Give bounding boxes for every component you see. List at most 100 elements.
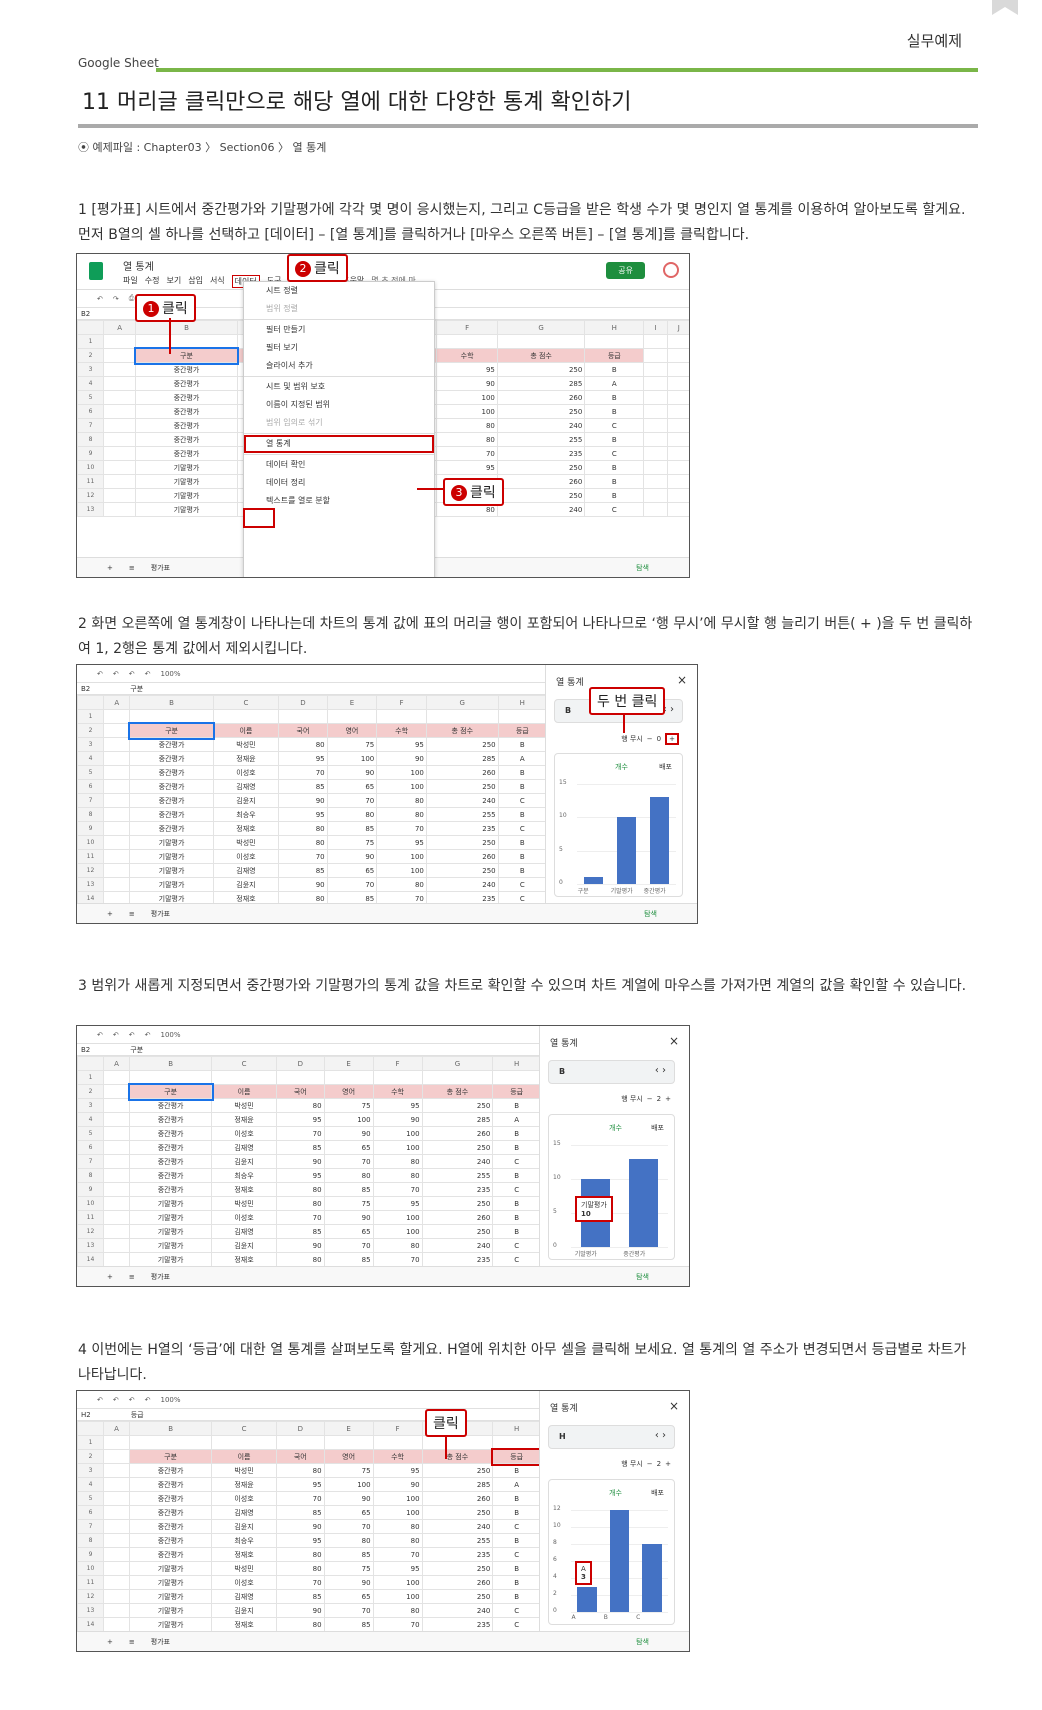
cell[interactable] [275, 1070, 325, 1085]
cell[interactable]: 80 [323, 1168, 374, 1183]
cell[interactable]: B [492, 1196, 541, 1211]
cell[interactable]: 80 [275, 1098, 325, 1113]
cell[interactable]: 중간평가 [129, 1533, 213, 1548]
cell[interactable]: C [492, 1252, 541, 1266]
cell[interactable]: 80 [372, 1603, 423, 1618]
cell[interactable]: 기말평가 [129, 891, 214, 903]
paint-format-icon[interactable]: ↶ [145, 670, 151, 678]
header-cell[interactable]: 등급 [497, 723, 547, 738]
cell[interactable] [102, 1617, 131, 1631]
sheet-list-icon[interactable]: ≡ [129, 1638, 135, 1646]
cell[interactable] [666, 404, 689, 419]
cell[interactable]: 80 [372, 1154, 423, 1169]
row-number[interactable]: 9 [77, 1182, 104, 1197]
column-header[interactable]: G [496, 320, 586, 335]
cell[interactable] [643, 376, 668, 391]
header-cell[interactable]: 이름 [212, 723, 280, 738]
cell[interactable] [643, 334, 668, 349]
cell[interactable]: B [584, 404, 645, 419]
cell[interactable]: 90 [326, 849, 378, 864]
cell[interactable] [102, 1575, 131, 1590]
cell[interactable]: 90 [323, 1575, 374, 1590]
cell[interactable]: 80 [376, 807, 427, 822]
cell[interactable] [102, 1168, 131, 1183]
cell[interactable] [102, 362, 137, 377]
cell[interactable]: 85 [326, 891, 378, 903]
explore-button[interactable]: 탐색 [636, 1637, 649, 1647]
header-cell[interactable]: 영어 [323, 1449, 374, 1464]
cell[interactable]: A [584, 376, 645, 391]
row-number[interactable]: 13 [77, 502, 104, 517]
header-cell[interactable]: 총 점수 [421, 1084, 494, 1099]
row-number[interactable]: 7 [77, 1154, 104, 1169]
cell[interactable] [102, 877, 131, 892]
redo-icon[interactable]: ↷ [113, 295, 119, 303]
menu-item-9[interactable]: 데이터 확인 [244, 456, 434, 474]
menu-item-4[interactable]: 슬라이서 추가 [244, 357, 434, 375]
cell[interactable]: 95 [278, 807, 328, 822]
cell[interactable]: 기말평가 [135, 502, 238, 517]
cell[interactable] [666, 446, 689, 461]
column-header[interactable]: J [666, 320, 689, 335]
cell[interactable] [643, 362, 668, 377]
cell[interactable]: B [492, 1463, 541, 1478]
cell[interactable]: 80 [376, 877, 427, 892]
cell[interactable]: 255 [425, 807, 499, 822]
cell[interactable]: 기말평가 [129, 1238, 213, 1253]
cell[interactable]: 중간평가 [129, 1098, 213, 1113]
cell[interactable] [102, 1449, 131, 1464]
header-cell[interactable]: 이름 [211, 1084, 277, 1099]
cell[interactable]: 박성민 [211, 1561, 277, 1576]
cell[interactable]: 100 [372, 1126, 423, 1141]
cell[interactable]: 95 [278, 751, 328, 766]
cell[interactable] [102, 1561, 131, 1576]
cell[interactable]: 중간평가 [129, 1505, 213, 1520]
row-number[interactable]: 10 [77, 1196, 104, 1211]
count-tab[interactable]: 개수 [609, 1123, 622, 1133]
cell[interactable]: 65 [323, 1140, 374, 1155]
row-number[interactable]: 6 [77, 779, 104, 794]
cell[interactable]: 80 [323, 1533, 374, 1548]
distribution-tab[interactable]: 배포 [651, 1123, 664, 1133]
cell[interactable]: 250 [425, 737, 499, 752]
cell[interactable]: 70 [436, 446, 498, 461]
cell[interactable]: 70 [376, 821, 427, 836]
cell[interactable]: B [492, 1533, 541, 1548]
sheet-list-icon[interactable]: ≡ [129, 910, 135, 918]
cell[interactable] [666, 362, 689, 377]
cell[interactable]: 80 [275, 1463, 325, 1478]
sheet-tab[interactable]: 평가표 [151, 909, 170, 919]
header-cell[interactable]: 수학 [372, 1084, 423, 1099]
header-cell[interactable]: 등급 [492, 1084, 541, 1099]
cell[interactable]: 250 [496, 404, 586, 419]
cell[interactable]: 박성민 [211, 1196, 277, 1211]
cell[interactable]: B [492, 1140, 541, 1155]
cell[interactable]: 정재호 [211, 1252, 277, 1266]
cell[interactable] [102, 1603, 131, 1618]
cell[interactable] [102, 1477, 131, 1492]
cell[interactable]: 최승우 [212, 807, 280, 822]
cell[interactable]: 100 [323, 1477, 374, 1492]
cell[interactable] [643, 460, 668, 475]
row-number[interactable]: 1 [77, 1070, 104, 1085]
cell[interactable]: B [497, 849, 547, 864]
print-icon[interactable]: ↶ [129, 670, 135, 678]
cell[interactable]: 250 [425, 779, 499, 794]
column-header[interactable]: G [425, 695, 499, 710]
header-cell[interactable]: 총 점수 [421, 1449, 494, 1464]
row-number[interactable]: 14 [77, 1252, 104, 1266]
cell[interactable]: 70 [278, 849, 328, 864]
cell[interactable] [102, 502, 137, 517]
cell[interactable]: 중간평가 [129, 821, 214, 836]
close-icon[interactable]: × [669, 1034, 679, 1048]
cell[interactable]: 100 [376, 779, 427, 794]
undo-icon[interactable]: ↶ [97, 670, 103, 678]
cell[interactable]: 85 [275, 1140, 325, 1155]
menu-item-10[interactable]: 데이터 정리 [244, 474, 434, 492]
cell[interactable]: 70 [275, 1210, 325, 1225]
cell[interactable] [643, 390, 668, 405]
cell[interactable]: 85 [323, 1547, 374, 1562]
cell[interactable]: 박성민 [212, 835, 280, 850]
row-number[interactable]: 2 [77, 723, 104, 738]
cell[interactable]: 김재영 [211, 1140, 277, 1155]
